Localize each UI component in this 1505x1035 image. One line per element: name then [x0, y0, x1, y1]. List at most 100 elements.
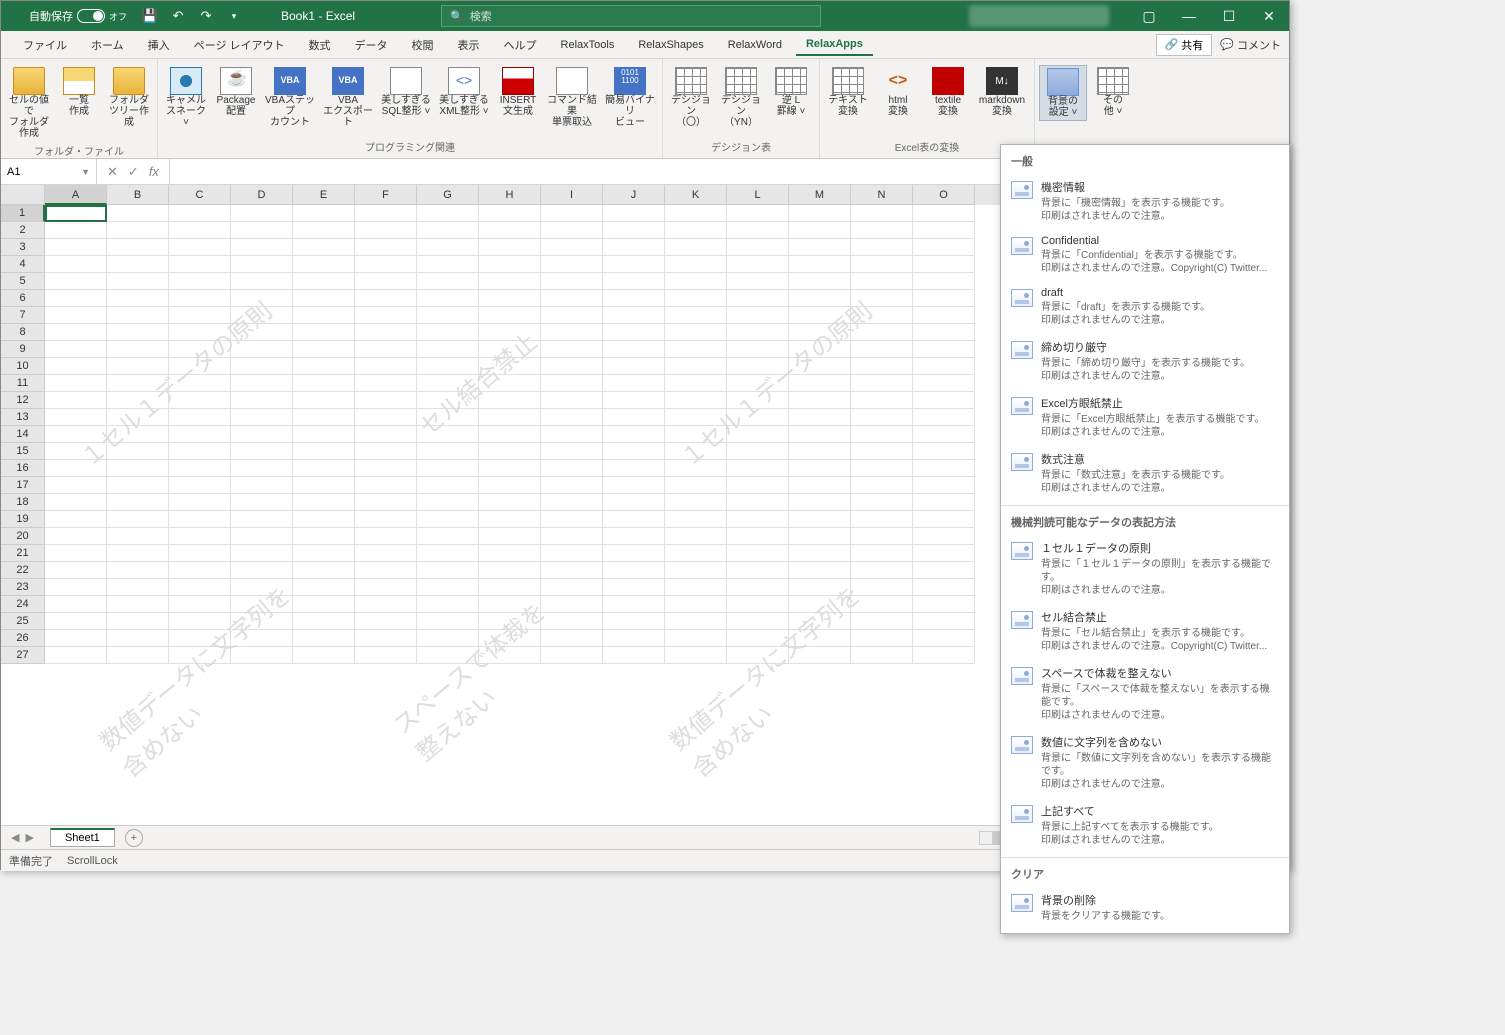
column-header[interactable]: C: [169, 185, 231, 205]
cell[interactable]: [293, 375, 355, 392]
cell[interactable]: [603, 324, 665, 341]
cell[interactable]: [727, 256, 789, 273]
cell[interactable]: [541, 426, 603, 443]
cell[interactable]: [45, 426, 107, 443]
cell[interactable]: [851, 239, 913, 256]
minimize-icon[interactable]: —: [1169, 1, 1209, 31]
sheet-prev-icon[interactable]: ◀: [11, 831, 19, 844]
cell[interactable]: [851, 460, 913, 477]
cell[interactable]: [851, 528, 913, 545]
cell[interactable]: [479, 426, 541, 443]
cell[interactable]: [231, 409, 293, 426]
cell[interactable]: [603, 528, 665, 545]
tab-relaxapps[interactable]: RelaxApps: [796, 34, 873, 56]
cell[interactable]: [603, 443, 665, 460]
cell[interactable]: [913, 545, 975, 562]
cell[interactable]: [479, 579, 541, 596]
cell[interactable]: [603, 647, 665, 664]
cell[interactable]: [107, 562, 169, 579]
cell[interactable]: [789, 375, 851, 392]
select-all-corner[interactable]: [1, 185, 45, 205]
cell[interactable]: [169, 579, 231, 596]
cell[interactable]: [293, 545, 355, 562]
cell[interactable]: [355, 358, 417, 375]
cell[interactable]: [789, 494, 851, 511]
cell[interactable]: [665, 290, 727, 307]
cell[interactable]: [231, 358, 293, 375]
cell[interactable]: [107, 409, 169, 426]
cell[interactable]: [789, 222, 851, 239]
sql-format-button[interactable]: 美しすぎるSQL整形 ˅: [378, 65, 434, 119]
menu-item[interactable]: セル結合禁止背景に「セル結合禁止」を表示する機能です。印刷はされませんので注意。…: [1001, 603, 1289, 659]
tab-insert[interactable]: 挿入: [138, 33, 180, 57]
menu-item[interactable]: Confidential背景に「Confidential」を表示する機能です。印…: [1001, 229, 1289, 281]
tab-relaxword[interactable]: RelaxWord: [718, 35, 792, 55]
cell[interactable]: [727, 443, 789, 460]
cell[interactable]: [603, 460, 665, 477]
cell[interactable]: [789, 205, 851, 222]
cell[interactable]: [231, 341, 293, 358]
cell[interactable]: [479, 256, 541, 273]
cell[interactable]: [913, 222, 975, 239]
cell[interactable]: [789, 273, 851, 290]
cell[interactable]: [107, 579, 169, 596]
cell[interactable]: [789, 460, 851, 477]
row-header[interactable]: 14: [1, 426, 45, 443]
menu-item[interactable]: １セル１データの原則背景に「１セル１データの原則」を表示する機能です。印刷はされ…: [1001, 534, 1289, 603]
cell[interactable]: [169, 324, 231, 341]
cell[interactable]: [479, 341, 541, 358]
cell[interactable]: [851, 579, 913, 596]
cell[interactable]: [851, 358, 913, 375]
cell[interactable]: [479, 324, 541, 341]
cell[interactable]: [727, 613, 789, 630]
insert-gen-button[interactable]: INSERT文生成: [494, 65, 542, 119]
cell[interactable]: [45, 477, 107, 494]
cell[interactable]: [169, 443, 231, 460]
cell[interactable]: [355, 528, 417, 545]
cell[interactable]: [417, 273, 479, 290]
cell[interactable]: [789, 596, 851, 613]
cell[interactable]: [293, 205, 355, 222]
cell[interactable]: [293, 222, 355, 239]
cell[interactable]: [355, 256, 417, 273]
cell[interactable]: [107, 290, 169, 307]
column-header[interactable]: K: [665, 185, 727, 205]
cell[interactable]: [789, 358, 851, 375]
cell[interactable]: [417, 596, 479, 613]
share-button[interactable]: 🔗共有: [1156, 34, 1213, 56]
search-box[interactable]: 🔍 検索: [441, 5, 821, 27]
row-header[interactable]: 4: [1, 256, 45, 273]
cell[interactable]: [789, 443, 851, 460]
cell[interactable]: [417, 477, 479, 494]
cell[interactable]: [169, 494, 231, 511]
cell[interactable]: [913, 375, 975, 392]
cell[interactable]: [45, 392, 107, 409]
row-header[interactable]: 20: [1, 528, 45, 545]
list-create-button[interactable]: 一覧作成: [55, 65, 103, 119]
cell[interactable]: [479, 222, 541, 239]
cell[interactable]: [541, 205, 603, 222]
cell[interactable]: [665, 222, 727, 239]
cell[interactable]: [293, 443, 355, 460]
cell[interactable]: [665, 443, 727, 460]
row-header[interactable]: 5: [1, 273, 45, 290]
cell[interactable]: [293, 477, 355, 494]
package-button[interactable]: Package配置: [212, 65, 260, 119]
row-header[interactable]: 9: [1, 341, 45, 358]
cell[interactable]: [665, 579, 727, 596]
qat-dropdown-icon[interactable]: ▾: [225, 7, 243, 25]
cell[interactable]: [417, 528, 479, 545]
cell[interactable]: [417, 579, 479, 596]
cell[interactable]: [851, 426, 913, 443]
ribbon-display-icon[interactable]: ▢: [1129, 1, 1169, 31]
cell[interactable]: [541, 511, 603, 528]
cell[interactable]: [417, 222, 479, 239]
background-settings-button[interactable]: 背景の設定 ˅: [1039, 65, 1087, 121]
cell[interactable]: [789, 392, 851, 409]
row-header[interactable]: 22: [1, 562, 45, 579]
cell[interactable]: [603, 256, 665, 273]
cell[interactable]: [417, 409, 479, 426]
cell[interactable]: [603, 511, 665, 528]
cell[interactable]: [355, 392, 417, 409]
camel-snake-button[interactable]: キャメルスネーク ˅: [162, 65, 210, 130]
